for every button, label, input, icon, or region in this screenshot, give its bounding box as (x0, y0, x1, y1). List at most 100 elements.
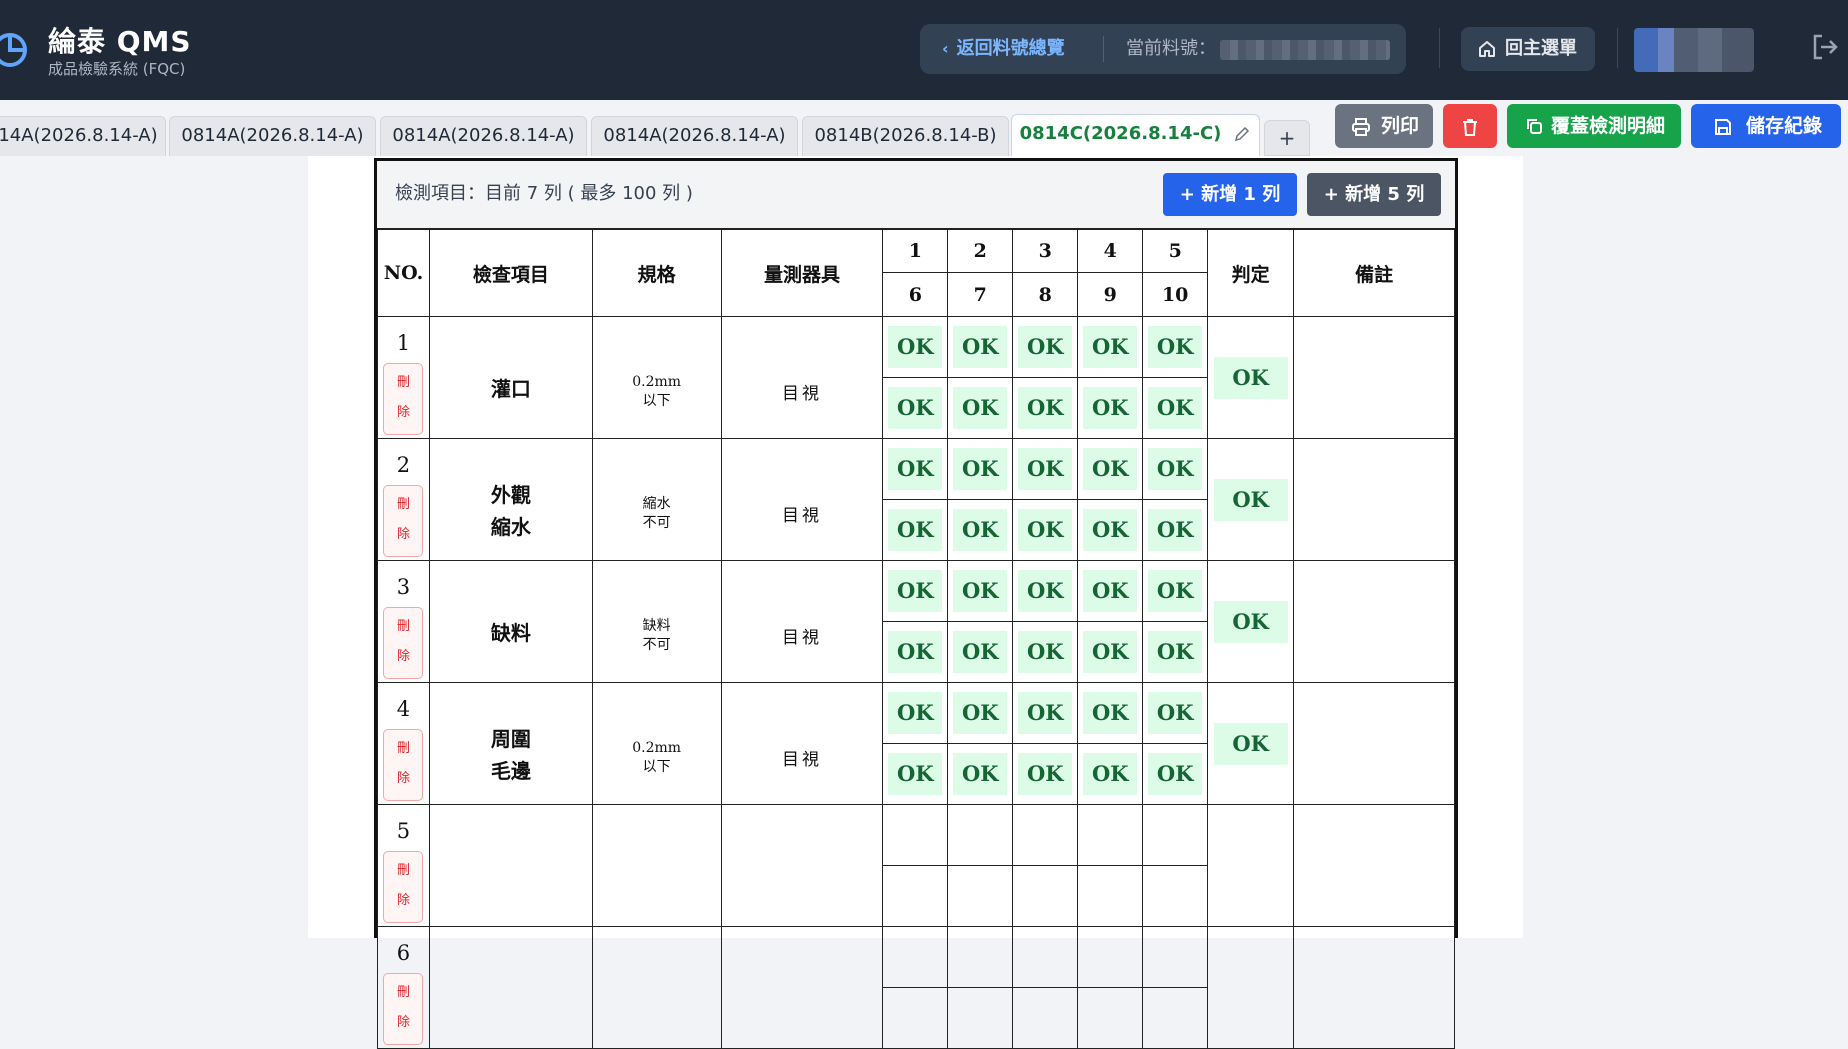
delete-row-button[interactable]: 刪 除 (383, 484, 424, 557)
sample-value-cell[interactable]: OK (947, 682, 1014, 744)
note-cell[interactable] (1293, 560, 1455, 683)
sample-value-cell[interactable]: OK (882, 682, 949, 744)
tab-batch[interactable]: 0814A(2026.8.14-A) (380, 116, 587, 156)
verdict-cell[interactable]: OK (1207, 560, 1295, 683)
check-item-cell[interactable]: 灌口 (428, 316, 593, 439)
spec-cell[interactable]: 0.2mm 以下 (591, 316, 722, 439)
sample-ok-badge[interactable]: OK (1083, 326, 1138, 368)
sample-ok-badge[interactable]: OK (1018, 509, 1073, 551)
spec-cell[interactable]: 0.2mm 以下 (591, 682, 722, 805)
sample-value-cell[interactable]: OK (1012, 438, 1079, 500)
sample-value-cell[interactable]: OK (1077, 377, 1144, 439)
sample-ok-badge[interactable]: OK (1148, 692, 1203, 734)
sample-value-cell[interactable]: OK (1142, 560, 1209, 622)
sample-value-cell[interactable]: OK (1077, 560, 1144, 622)
add-one-row-button[interactable]: + 新增 1 列 (1163, 173, 1297, 216)
sample-ok-badge[interactable]: OK (1148, 326, 1203, 368)
sample-value-cell[interactable]: OK (947, 438, 1014, 500)
note-cell[interactable] (1293, 682, 1455, 805)
tool-cell[interactable]: 目視 (720, 316, 884, 439)
spec-cell[interactable]: 缺料 不可 (591, 560, 722, 683)
verdict-cell[interactable]: OK (1207, 682, 1295, 805)
sample-value-cell[interactable] (1077, 987, 1144, 1049)
verdict-cell[interactable]: OK (1207, 438, 1295, 561)
note-cell[interactable] (1293, 316, 1455, 439)
sample-ok-badge[interactable]: OK (1148, 448, 1203, 490)
sample-ok-badge[interactable]: OK (1083, 448, 1138, 490)
sample-ok-badge[interactable]: OK (1083, 570, 1138, 612)
verdict-ok-badge[interactable]: OK (1213, 356, 1288, 399)
delete-row-button[interactable]: 刪 除 (383, 972, 424, 1045)
sample-value-cell[interactable] (1142, 804, 1209, 866)
sample-ok-badge[interactable]: OK (1148, 631, 1203, 673)
sample-value-cell[interactable]: OK (1077, 621, 1144, 683)
delete-record-button[interactable] (1443, 104, 1497, 148)
sample-value-cell[interactable] (1142, 926, 1209, 988)
sample-value-cell[interactable]: OK (1012, 560, 1079, 622)
sample-ok-badge[interactable]: OK (1148, 753, 1203, 795)
sample-ok-badge[interactable]: OK (888, 753, 943, 795)
sample-ok-badge[interactable]: OK (1018, 387, 1073, 429)
tab-batch[interactable]: 0814A(2026.8.14-A) (169, 116, 376, 156)
sample-value-cell[interactable]: OK (1142, 438, 1209, 500)
sample-ok-badge[interactable]: OK (953, 692, 1008, 734)
sample-value-cell[interactable] (882, 987, 949, 1049)
tool-cell[interactable] (720, 926, 884, 1049)
verdict-cell[interactable] (1207, 926, 1295, 1049)
sample-value-cell[interactable] (1077, 865, 1144, 927)
sample-value-cell[interactable]: OK (1077, 438, 1144, 500)
sample-value-cell[interactable]: OK (947, 499, 1014, 561)
sample-value-cell[interactable]: OK (882, 743, 949, 805)
sample-value-cell[interactable]: OK (947, 377, 1014, 439)
sample-value-cell[interactable]: OK (1012, 499, 1079, 561)
sample-ok-badge[interactable]: OK (888, 692, 943, 734)
sample-value-cell[interactable]: OK (1142, 682, 1209, 744)
sample-value-cell[interactable]: OK (1077, 499, 1144, 561)
sample-value-cell[interactable]: OK (1012, 743, 1079, 805)
sample-ok-badge[interactable]: OK (1083, 753, 1138, 795)
check-item-cell[interactable]: 周圍 毛邊 (428, 682, 593, 805)
delete-row-button[interactable]: 刪 除 (383, 362, 424, 435)
sample-value-cell[interactable]: OK (882, 377, 949, 439)
sample-value-cell[interactable] (947, 865, 1014, 927)
sample-ok-badge[interactable]: OK (888, 387, 943, 429)
sample-value-cell[interactable]: OK (1012, 377, 1079, 439)
sample-value-cell[interactable]: OK (882, 316, 949, 378)
sample-ok-badge[interactable]: OK (953, 509, 1008, 551)
note-cell[interactable] (1293, 804, 1455, 927)
sample-value-cell[interactable] (947, 804, 1014, 866)
delete-row-button[interactable]: 刪 除 (383, 606, 424, 679)
tool-cell[interactable]: 目視 (720, 560, 884, 683)
verdict-cell[interactable]: OK (1207, 316, 1295, 439)
sample-value-cell[interactable] (882, 926, 949, 988)
sample-ok-badge[interactable]: OK (1018, 753, 1073, 795)
check-item-cell[interactable]: 外觀 縮水 (428, 438, 593, 561)
sample-value-cell[interactable] (1142, 987, 1209, 1049)
sample-value-cell[interactable]: OK (1142, 377, 1209, 439)
sample-ok-badge[interactable]: OK (953, 448, 1008, 490)
sample-ok-badge[interactable]: OK (888, 631, 943, 673)
sample-value-cell[interactable]: OK (947, 621, 1014, 683)
sample-value-cell[interactable]: OK (882, 621, 949, 683)
sample-value-cell[interactable]: OK (1077, 743, 1144, 805)
sample-value-cell[interactable]: OK (947, 560, 1014, 622)
add-five-rows-button[interactable]: + 新增 5 列 (1307, 173, 1441, 216)
delete-row-button[interactable]: 刪 除 (383, 728, 424, 801)
sample-value-cell[interactable] (882, 804, 949, 866)
sample-ok-badge[interactable]: OK (1148, 387, 1203, 429)
pencil-icon[interactable] (1233, 125, 1251, 143)
logout-icon[interactable] (1810, 32, 1840, 62)
sample-ok-badge[interactable]: OK (1148, 570, 1203, 612)
sample-ok-badge[interactable]: OK (1018, 326, 1073, 368)
sample-ok-badge[interactable]: OK (1083, 692, 1138, 734)
sample-value-cell[interactable]: OK (1012, 682, 1079, 744)
sample-value-cell[interactable]: OK (1012, 621, 1079, 683)
sample-value-cell[interactable]: OK (947, 316, 1014, 378)
sample-ok-badge[interactable]: OK (888, 448, 943, 490)
tool-cell[interactable]: 目視 (720, 682, 884, 805)
verdict-ok-badge[interactable]: OK (1213, 722, 1288, 765)
verdict-ok-badge[interactable]: OK (1213, 478, 1288, 521)
check-item-cell[interactable] (428, 804, 593, 927)
sample-value-cell[interactable] (882, 865, 949, 927)
sample-value-cell[interactable]: OK (947, 743, 1014, 805)
